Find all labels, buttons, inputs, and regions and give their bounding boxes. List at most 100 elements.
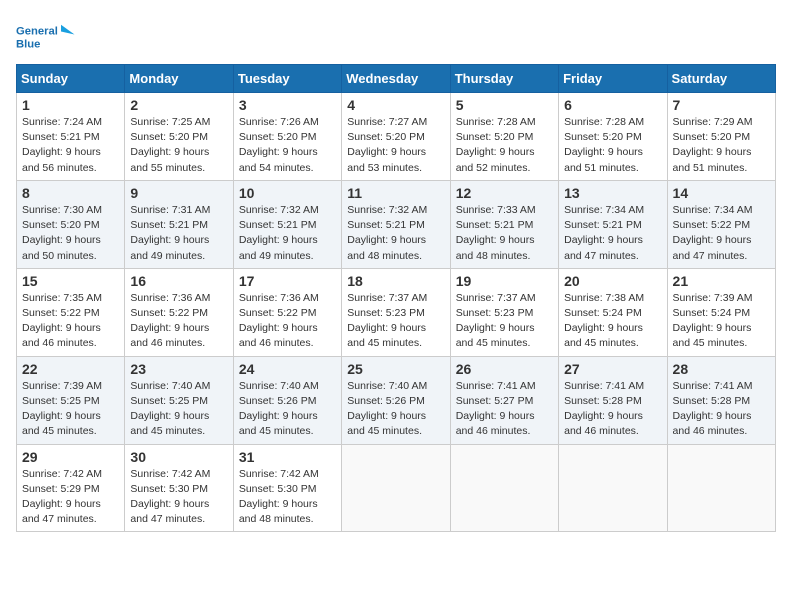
day-info: Sunrise: 7:40 AM Sunset: 5:26 PM Dayligh…	[347, 379, 444, 440]
day-info: Sunrise: 7:35 AM Sunset: 5:22 PM Dayligh…	[22, 291, 119, 352]
day-number: 10	[239, 185, 336, 201]
day-info: Sunrise: 7:36 AM Sunset: 5:22 PM Dayligh…	[239, 291, 336, 352]
day-number: 3	[239, 97, 336, 113]
calendar-week-4: 22 Sunrise: 7:39 AM Sunset: 5:25 PM Dayli…	[17, 356, 776, 444]
logo: GeneralBlue	[16, 16, 76, 56]
page-header: GeneralBlue	[16, 16, 776, 56]
calendar-cell: 18 Sunrise: 7:37 AM Sunset: 5:23 PM Dayli…	[342, 268, 450, 356]
weekday-header-tuesday: Tuesday	[233, 65, 341, 93]
day-number: 20	[564, 273, 661, 289]
day-info: Sunrise: 7:37 AM Sunset: 5:23 PM Dayligh…	[347, 291, 444, 352]
day-info: Sunrise: 7:33 AM Sunset: 5:21 PM Dayligh…	[456, 203, 553, 264]
day-number: 16	[130, 273, 227, 289]
day-number: 28	[673, 361, 770, 377]
calendar-week-2: 8Sunrise: 7:30 AM Sunset: 5:20 PM Daylig…	[17, 180, 776, 268]
weekday-header-monday: Monday	[125, 65, 233, 93]
day-number: 14	[673, 185, 770, 201]
calendar-cell: 28 Sunrise: 7:41 AM Sunset: 5:28 PM Dayli…	[667, 356, 775, 444]
weekday-header-saturday: Saturday	[667, 65, 775, 93]
calendar-cell: 11 Sunrise: 7:32 AM Sunset: 5:21 PM Dayli…	[342, 180, 450, 268]
day-info: Sunrise: 7:36 AM Sunset: 5:22 PM Dayligh…	[130, 291, 227, 352]
day-number: 21	[673, 273, 770, 289]
calendar-cell: 7 Sunrise: 7:29 AM Sunset: 5:20 PM Daylig…	[667, 93, 775, 181]
day-number: 23	[130, 361, 227, 377]
calendar-cell: 8Sunrise: 7:30 AM Sunset: 5:20 PM Daylig…	[17, 180, 125, 268]
day-info: Sunrise: 7:40 AM Sunset: 5:26 PM Dayligh…	[239, 379, 336, 440]
day-info: Sunrise: 7:42 AM Sunset: 5:30 PM Dayligh…	[130, 467, 227, 528]
logo-icon: GeneralBlue	[16, 16, 76, 56]
calendar-cell	[667, 444, 775, 532]
day-number: 31	[239, 449, 336, 465]
calendar-cell: 17Sunrise: 7:36 AM Sunset: 5:22 PM Dayli…	[233, 268, 341, 356]
calendar-cell: 25 Sunrise: 7:40 AM Sunset: 5:26 PM Dayli…	[342, 356, 450, 444]
calendar-cell: 24 Sunrise: 7:40 AM Sunset: 5:26 PM Dayli…	[233, 356, 341, 444]
day-info: Sunrise: 7:28 AM Sunset: 5:20 PM Dayligh…	[564, 115, 661, 176]
day-number: 12	[456, 185, 553, 201]
calendar-cell: 30Sunrise: 7:42 AM Sunset: 5:30 PM Dayli…	[125, 444, 233, 532]
day-info: Sunrise: 7:32 AM Sunset: 5:21 PM Dayligh…	[239, 203, 336, 264]
calendar-cell: 29Sunrise: 7:42 AM Sunset: 5:29 PM Dayli…	[17, 444, 125, 532]
weekday-header-row: SundayMondayTuesdayWednesdayThursdayFrid…	[17, 65, 776, 93]
weekday-header-friday: Friday	[559, 65, 667, 93]
calendar-week-5: 29Sunrise: 7:42 AM Sunset: 5:29 PM Dayli…	[17, 444, 776, 532]
weekday-header-sunday: Sunday	[17, 65, 125, 93]
calendar-cell	[450, 444, 558, 532]
day-number: 15	[22, 273, 119, 289]
calendar-cell: 31 Sunrise: 7:42 AM Sunset: 5:30 PM Dayli…	[233, 444, 341, 532]
day-number: 5	[456, 97, 553, 113]
calendar-cell: 5 Sunrise: 7:28 AM Sunset: 5:20 PM Daylig…	[450, 93, 558, 181]
day-number: 9	[130, 185, 227, 201]
day-info: Sunrise: 7:41 AM Sunset: 5:28 PM Dayligh…	[564, 379, 661, 440]
calendar-cell: 20 Sunrise: 7:38 AM Sunset: 5:24 PM Dayli…	[559, 268, 667, 356]
calendar-cell	[559, 444, 667, 532]
day-number: 22	[22, 361, 119, 377]
calendar-cell: 14 Sunrise: 7:34 AM Sunset: 5:22 PM Dayli…	[667, 180, 775, 268]
calendar-cell: 9Sunrise: 7:31 AM Sunset: 5:21 PM Daylig…	[125, 180, 233, 268]
calendar-cell: 21 Sunrise: 7:39 AM Sunset: 5:24 PM Dayli…	[667, 268, 775, 356]
day-info: Sunrise: 7:34 AM Sunset: 5:22 PM Dayligh…	[673, 203, 770, 264]
day-number: 19	[456, 273, 553, 289]
day-number: 2	[130, 97, 227, 113]
day-number: 4	[347, 97, 444, 113]
day-info: Sunrise: 7:25 AM Sunset: 5:20 PM Dayligh…	[130, 115, 227, 176]
day-number: 11	[347, 185, 444, 201]
day-info: Sunrise: 7:29 AM Sunset: 5:20 PM Dayligh…	[673, 115, 770, 176]
day-info: Sunrise: 7:34 AM Sunset: 5:21 PM Dayligh…	[564, 203, 661, 264]
calendar-week-1: 1Sunrise: 7:24 AM Sunset: 5:21 PM Daylig…	[17, 93, 776, 181]
calendar-cell: 13 Sunrise: 7:34 AM Sunset: 5:21 PM Dayli…	[559, 180, 667, 268]
day-number: 18	[347, 273, 444, 289]
calendar-cell: 15 Sunrise: 7:35 AM Sunset: 5:22 PM Dayli…	[17, 268, 125, 356]
calendar-cell: 23 Sunrise: 7:40 AM Sunset: 5:25 PM Dayli…	[125, 356, 233, 444]
day-info: Sunrise: 7:41 AM Sunset: 5:28 PM Dayligh…	[673, 379, 770, 440]
day-number: 25	[347, 361, 444, 377]
day-info: Sunrise: 7:37 AM Sunset: 5:23 PM Dayligh…	[456, 291, 553, 352]
calendar-cell	[342, 444, 450, 532]
day-number: 7	[673, 97, 770, 113]
day-info: Sunrise: 7:39 AM Sunset: 5:25 PM Dayligh…	[22, 379, 119, 440]
calendar-cell: 1Sunrise: 7:24 AM Sunset: 5:21 PM Daylig…	[17, 93, 125, 181]
calendar-cell: 3 Sunrise: 7:26 AM Sunset: 5:20 PM Daylig…	[233, 93, 341, 181]
day-number: 13	[564, 185, 661, 201]
calendar-cell: 10 Sunrise: 7:32 AM Sunset: 5:21 PM Dayli…	[233, 180, 341, 268]
day-number: 24	[239, 361, 336, 377]
calendar-cell: 16 Sunrise: 7:36 AM Sunset: 5:22 PM Dayli…	[125, 268, 233, 356]
day-number: 27	[564, 361, 661, 377]
weekday-header-wednesday: Wednesday	[342, 65, 450, 93]
day-number: 29	[22, 449, 119, 465]
day-info: Sunrise: 7:41 AM Sunset: 5:27 PM Dayligh…	[456, 379, 553, 440]
svg-text:General: General	[16, 26, 58, 38]
calendar-cell: 4Sunrise: 7:27 AM Sunset: 5:20 PM Daylig…	[342, 93, 450, 181]
day-info: Sunrise: 7:28 AM Sunset: 5:20 PM Dayligh…	[456, 115, 553, 176]
day-info: Sunrise: 7:42 AM Sunset: 5:30 PM Dayligh…	[239, 467, 336, 528]
day-info: Sunrise: 7:40 AM Sunset: 5:25 PM Dayligh…	[130, 379, 227, 440]
day-info: Sunrise: 7:32 AM Sunset: 5:21 PM Dayligh…	[347, 203, 444, 264]
day-number: 6	[564, 97, 661, 113]
calendar-cell: 27 Sunrise: 7:41 AM Sunset: 5:28 PM Dayli…	[559, 356, 667, 444]
day-number: 8	[22, 185, 119, 201]
day-info: Sunrise: 7:24 AM Sunset: 5:21 PM Dayligh…	[22, 115, 119, 176]
day-info: Sunrise: 7:39 AM Sunset: 5:24 PM Dayligh…	[673, 291, 770, 352]
calendar-table: SundayMondayTuesdayWednesdayThursdayFrid…	[16, 64, 776, 532]
calendar-cell: 19 Sunrise: 7:37 AM Sunset: 5:23 PM Dayli…	[450, 268, 558, 356]
day-info: Sunrise: 7:38 AM Sunset: 5:24 PM Dayligh…	[564, 291, 661, 352]
day-info: Sunrise: 7:26 AM Sunset: 5:20 PM Dayligh…	[239, 115, 336, 176]
